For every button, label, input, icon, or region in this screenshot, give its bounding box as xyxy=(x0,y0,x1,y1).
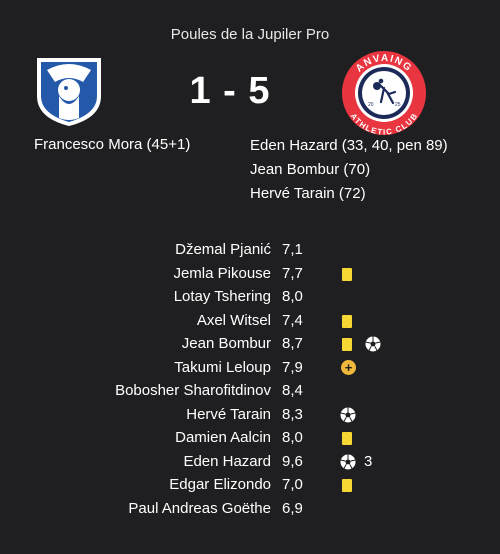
soccer-ball-icon xyxy=(340,454,356,469)
away-team-logo: ANVAING ATHLETIC CLUB 20 25 xyxy=(342,51,426,137)
home-scorers: Francesco Mora (45+1) xyxy=(34,134,190,156)
player-name: Edgar Elizondo xyxy=(169,476,271,493)
player-name: Bobosher Sharofitdinov xyxy=(115,382,271,399)
away-scorer: Jean Bombur (70) xyxy=(250,161,371,178)
player-row[interactable]: Paul Andreas Goëthe 6,9 xyxy=(0,499,500,523)
competition-title: Poules de la Jupiler Pro xyxy=(170,26,330,43)
away-scorer: Eden Hazard (33, 40, pen 89) xyxy=(250,137,448,154)
yellow-card-icon xyxy=(342,267,352,281)
player-name: Jemla Pikouse xyxy=(173,264,271,282)
yellow-card-icon xyxy=(342,314,352,328)
player-rating: 8,7 xyxy=(282,335,303,352)
yellow-card-icon xyxy=(342,479,352,492)
player-rating: 8,3 xyxy=(282,405,303,423)
player-name: Džemal Pjanić xyxy=(175,241,271,258)
player-name: Jean Bombur xyxy=(181,335,271,352)
soccer-ball-icon xyxy=(365,336,381,352)
player-row[interactable]: Bobosher Sharofitdinov 8,4 xyxy=(0,381,500,405)
player-rating: 7,1 xyxy=(282,241,303,258)
player-row[interactable]: Damien Aalcin 8,0 xyxy=(0,428,500,452)
player-rating: 8,0 xyxy=(282,288,303,305)
player-name: Hervé Tarain xyxy=(186,405,271,423)
substitution-icon: + xyxy=(341,359,356,375)
player-name: Lotay Tshering xyxy=(173,288,271,305)
player-rating: 6,9 xyxy=(282,499,303,517)
yellow-card-icon xyxy=(342,432,352,445)
player-row[interactable]: Axel Witsel 7,4 xyxy=(0,311,500,335)
player-rating: 7,9 xyxy=(282,358,303,376)
player-rating: 7,0 xyxy=(282,476,303,493)
goal-count: 3 xyxy=(364,452,373,470)
player-name: Axel Witsel xyxy=(196,311,271,329)
player-ratings-list: Džemal Pjanić 7,1 Jemla Pikouse 7,7 Lota… xyxy=(0,240,500,522)
player-row[interactable]: Džemal Pjanić 7,1 xyxy=(0,240,500,264)
player-rating: 8,4 xyxy=(282,382,303,399)
player-row[interactable]: Jemla Pikouse 7,7 xyxy=(0,264,500,288)
away-scorers: Eden Hazard (33, 40, pen 89) Jean Bombur… xyxy=(250,134,448,206)
player-row[interactable]: Takumi Leloup 7,9 + xyxy=(0,358,500,382)
player-rating: 7,4 xyxy=(282,311,303,329)
player-name: Paul Andreas Goëthe xyxy=(128,499,271,517)
player-row[interactable]: Edgar Elizondo 7,0 xyxy=(0,475,500,499)
player-row[interactable]: Hervé Tarain 8,3 xyxy=(0,405,500,429)
yellow-card-icon xyxy=(342,338,352,351)
player-row[interactable]: Eden Hazard 9,6 3 xyxy=(0,452,500,476)
player-rating: 8,0 xyxy=(282,429,303,446)
soccer-ball-icon xyxy=(340,407,356,422)
away-badge-year-left: 20 xyxy=(368,102,374,108)
player-name: Takumi Leloup xyxy=(174,358,271,376)
player-name: Eden Hazard xyxy=(183,452,271,470)
player-name: Damien Aalcin xyxy=(175,429,271,446)
away-badge-year-right: 25 xyxy=(395,102,401,108)
player-rating: 9,6 xyxy=(282,452,303,470)
player-row[interactable]: Jean Bombur 8,7 xyxy=(0,334,500,358)
away-scorer: Hervé Tarain (72) xyxy=(250,185,366,202)
home-scorer: Francesco Mora (45+1) xyxy=(34,136,191,153)
player-rating: 7,7 xyxy=(282,264,303,282)
player-row[interactable]: Lotay Tshering 8,0 xyxy=(0,287,500,311)
